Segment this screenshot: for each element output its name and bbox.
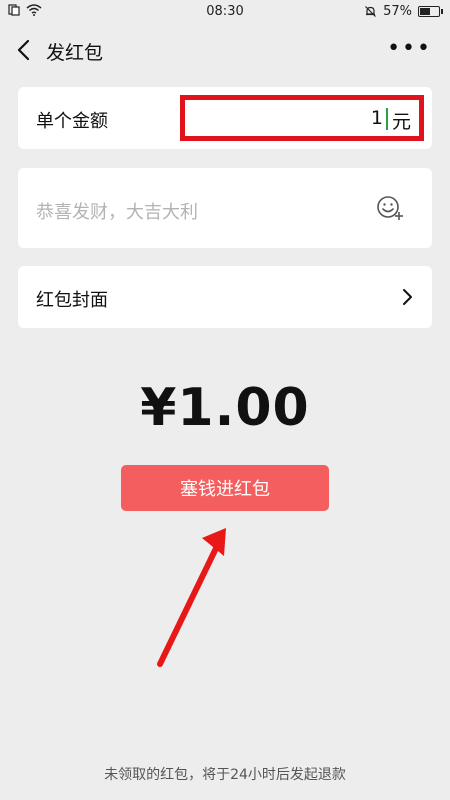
battery-percent: 57% — [383, 4, 412, 19]
status-right: 57% — [364, 4, 443, 19]
greeting-input[interactable]: 恭喜发财，大吉大利 — [18, 168, 432, 248]
status-bar: 08:30 57% — [0, 0, 450, 24]
total-amount: ¥1.00 — [140, 378, 310, 438]
amount-input[interactable]: 1 — [371, 107, 383, 129]
refund-note: 未领取的红包，将于24小时后发起退款 — [104, 767, 346, 783]
text-cursor — [386, 108, 388, 130]
amount-row: 单个金额 1 元 — [18, 87, 432, 149]
greeting-placeholder: 恭喜发财，大吉大利 — [36, 202, 198, 223]
battery-icon — [418, 6, 443, 17]
mute-bell-icon — [365, 6, 377, 17]
cover-row[interactable]: 红包封面 — [18, 266, 432, 328]
back-arrow-icon[interactable] — [14, 38, 36, 62]
annotation-arrow-icon — [157, 528, 226, 667]
send-red-packet-button[interactable]: 塞钱进红包 — [121, 465, 329, 511]
cover-label: 红包封面 — [36, 290, 108, 311]
more-menu-button[interactable]: ••• — [387, 36, 432, 61]
battery-fill — [420, 8, 430, 15]
amount-unit: 元 — [391, 111, 411, 133]
emoji-add-icon[interactable] — [376, 195, 406, 221]
chevron-right-icon — [403, 289, 412, 305]
page-title: 发红包 — [46, 42, 104, 64]
amount-label: 单个金额 — [36, 111, 108, 132]
nav-bar: 发红包 ••• — [0, 26, 450, 74]
amount-input-highlight[interactable]: 1 元 — [180, 95, 424, 141]
